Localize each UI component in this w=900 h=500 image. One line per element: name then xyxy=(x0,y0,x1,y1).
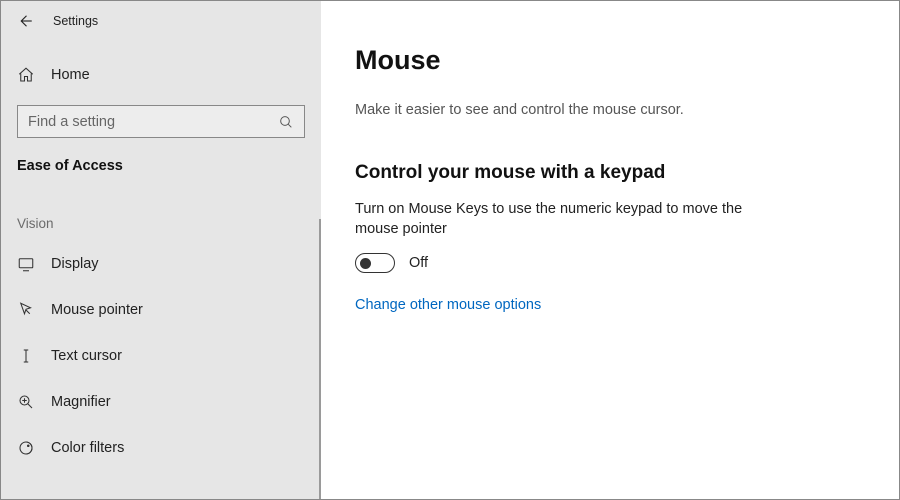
settings-window: Settings Home Ease of Access Vision xyxy=(0,0,900,500)
sidebar-item-magnifier[interactable]: Magnifier xyxy=(1,379,321,425)
sidebar: Settings Home Ease of Access Vision xyxy=(1,1,321,499)
sidebar-item-home[interactable]: Home xyxy=(1,55,321,95)
section-title: Control your mouse with a keypad xyxy=(355,162,851,184)
search-icon xyxy=(278,114,294,130)
category-heading: Ease of Access xyxy=(1,138,321,174)
search-input[interactable] xyxy=(28,114,268,130)
sidebar-item-display[interactable]: Display xyxy=(1,241,321,287)
sidebar-item-mouse-pointer[interactable]: Mouse pointer xyxy=(1,287,321,333)
arrow-left-icon xyxy=(16,12,34,30)
sidebar-item-label: Text cursor xyxy=(51,348,122,364)
sidebar-item-color-filters[interactable]: Color filters xyxy=(1,425,321,471)
toggle-state-label: Off xyxy=(409,255,428,271)
topbar: Settings xyxy=(1,1,321,41)
sidebar-item-label: Mouse pointer xyxy=(51,302,143,318)
sidebar-item-label: Color filters xyxy=(51,440,124,456)
search-box[interactable] xyxy=(17,105,305,138)
mouse-keys-toggle-row: Off xyxy=(355,253,851,273)
text-cursor-icon xyxy=(17,347,35,365)
search-container xyxy=(17,105,305,138)
group-vision-label: Vision xyxy=(1,174,321,241)
sidebar-scrollbar[interactable] xyxy=(319,219,321,499)
sidebar-item-label: Magnifier xyxy=(51,394,111,410)
display-icon xyxy=(17,255,35,273)
sidebar-item-text-cursor[interactable]: Text cursor xyxy=(1,333,321,379)
mouse-keys-toggle[interactable] xyxy=(355,253,395,273)
page-subtitle: Make it easier to see and control the mo… xyxy=(355,102,851,118)
section-description: Turn on Mouse Keys to use the numeric ke… xyxy=(355,200,785,239)
window-title: Settings xyxy=(53,14,98,28)
toggle-knob-icon xyxy=(360,258,371,269)
back-button[interactable] xyxy=(15,11,35,31)
sidebar-item-label: Display xyxy=(51,256,99,272)
change-other-mouse-options-link[interactable]: Change other mouse options xyxy=(355,297,541,313)
magnifier-icon xyxy=(17,393,35,411)
color-filters-icon xyxy=(17,439,35,457)
home-label: Home xyxy=(51,67,90,83)
nav-list: Display Mouse pointer Text cursor Magnif… xyxy=(1,241,321,471)
main-content: Mouse Make it easier to see and control … xyxy=(321,1,899,499)
page-title: Mouse xyxy=(355,45,851,76)
home-icon xyxy=(17,66,35,84)
mouse-pointer-icon xyxy=(17,301,35,319)
